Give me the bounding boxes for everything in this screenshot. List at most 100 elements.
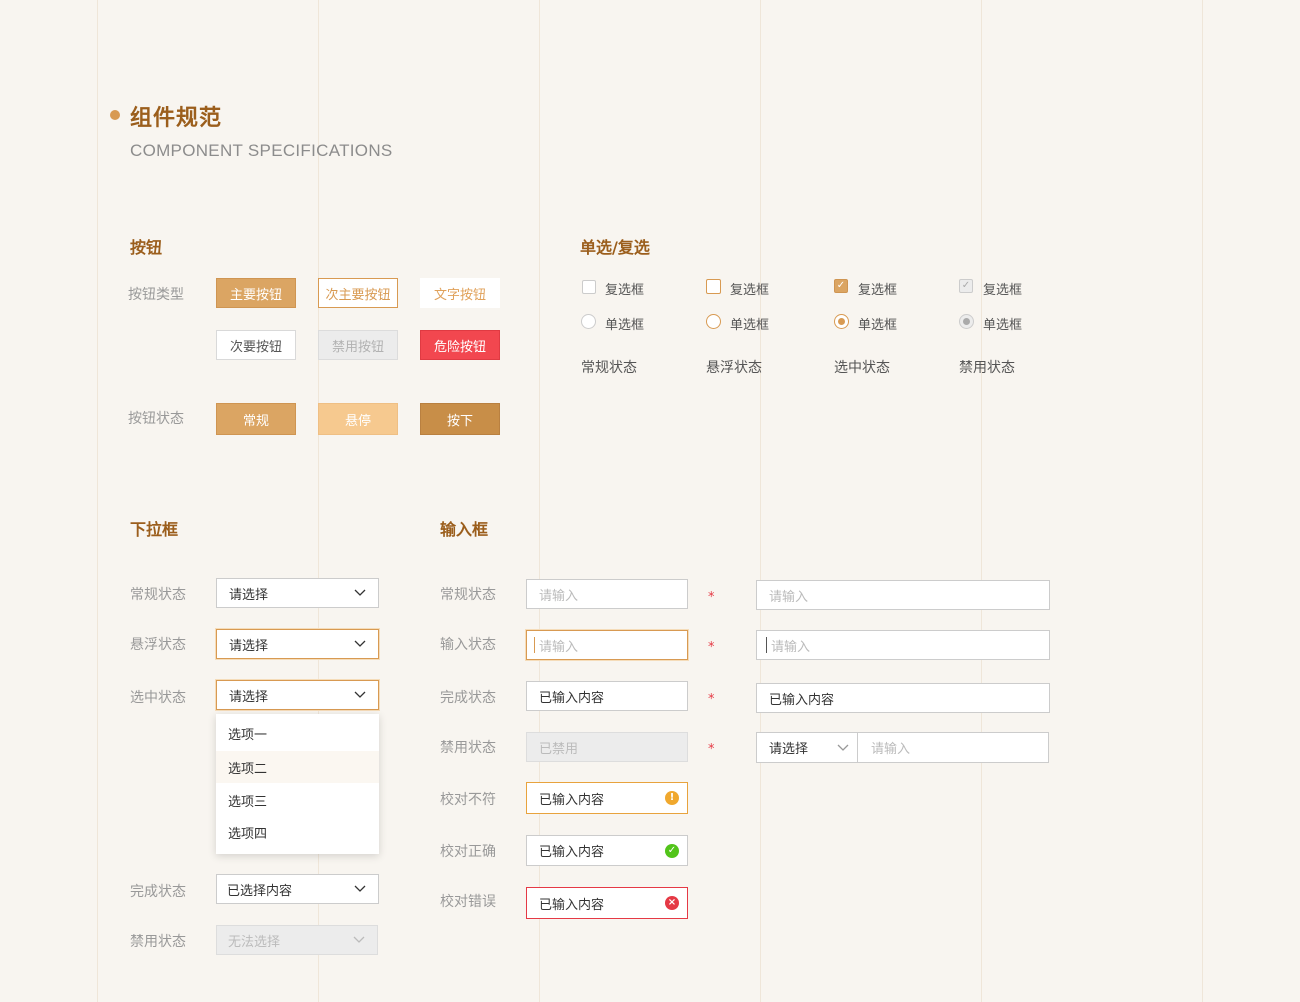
grid-guide <box>760 0 761 1002</box>
radio-label: 单选框 <box>858 318 898 333</box>
checkbox-normal[interactable] <box>582 280 596 294</box>
dropdown-hover-label: 悬浮状态 <box>130 637 186 653</box>
input-warning[interactable]: 已输入内容 ! <box>526 782 688 814</box>
dropdown-value: 已选择内容 <box>227 883 293 899</box>
disabled-button: 禁用按钮 <box>318 330 398 360</box>
dropdown-option[interactable]: 选项二 <box>216 751 379 783</box>
dropdown-value: 请选择 <box>229 689 269 705</box>
input-placeholder: 请输入 <box>539 639 579 655</box>
input-success[interactable]: 已输入内容 ✓ <box>526 835 688 866</box>
radio-normal[interactable] <box>581 314 596 329</box>
required-input-typing[interactable]: 请输入 <box>756 630 1050 660</box>
input-value: 已输入内容 <box>539 845 605 860</box>
dropdown-selected-label: 选中状态 <box>130 690 186 706</box>
dropdown-normal-label: 常规状态 <box>130 587 186 603</box>
choice-state-normal: 常规状态 <box>581 360 637 376</box>
input-disabled: 已禁用 <box>526 732 688 762</box>
input-value: 已输入内容 <box>769 692 835 708</box>
danger-button[interactable]: 危险按钮 <box>420 330 500 360</box>
input-error[interactable]: 已输入内容 × <box>526 887 688 919</box>
pressed-state-button[interactable]: 按下 <box>420 403 500 435</box>
input-typing[interactable]: 请输入 <box>526 630 688 660</box>
radio-label: 单选框 <box>605 318 645 333</box>
checkbox-hover[interactable] <box>706 279 721 294</box>
dropdown-menu: 选项一 选项二 选项三 选项四 <box>216 714 379 854</box>
checkbox-disabled: ✓ <box>959 279 973 293</box>
chevron-down-icon <box>837 744 849 751</box>
dropdown-value: 请选择 <box>229 587 269 603</box>
dropdown-open[interactable]: 请选择 <box>216 680 379 710</box>
input-placeholder: 请输入 <box>539 588 579 604</box>
success-icon: ✓ <box>665 844 679 858</box>
combo-select-value: 请选择 <box>769 742 809 757</box>
check-icon: ✓ <box>836 280 846 291</box>
dropdown-option[interactable]: 选项一 <box>216 717 379 749</box>
grid-guide <box>97 0 98 1002</box>
text-cursor <box>534 637 535 653</box>
input-placeholder: 请输入 <box>769 589 809 605</box>
choice-state-hover: 悬浮状态 <box>706 360 762 376</box>
input-done[interactable]: 已输入内容 <box>526 681 688 711</box>
required-mark: * <box>708 590 715 605</box>
primary-button[interactable]: 主要按钮 <box>216 278 296 308</box>
radio-label: 单选框 <box>730 318 770 333</box>
section-title-buttons: 按钮 <box>130 238 163 257</box>
checkbox-label: 复选框 <box>730 283 770 298</box>
dropdown-option[interactable]: 选项三 <box>216 784 379 816</box>
dropdown-disabled-label: 禁用状态 <box>130 934 186 950</box>
required-input-normal[interactable]: 请输入 <box>756 580 1050 610</box>
radio-dot-icon <box>838 318 845 325</box>
dropdown-value: 无法选择 <box>228 934 281 950</box>
input-value: 已输入内容 <box>539 792 605 808</box>
section-title-choice: 单选/复选 <box>580 238 650 257</box>
hover-state-button[interactable]: 悬停 <box>318 403 398 435</box>
minor-button[interactable]: 次要按钮 <box>216 330 296 360</box>
error-icon: × <box>665 896 679 910</box>
chevron-down-icon <box>354 885 366 892</box>
dropdown-disabled: 无法选择 <box>216 925 378 955</box>
chevron-down-icon <box>354 589 366 596</box>
chevron-down-icon <box>354 640 366 647</box>
chevron-down-icon <box>354 691 366 698</box>
radio-hover[interactable] <box>706 314 721 329</box>
input-placeholder: 请输入 <box>871 742 911 757</box>
button-state-label: 按钮状态 <box>128 411 184 427</box>
text-cursor <box>766 637 767 653</box>
text-button[interactable]: 文字按钮 <box>420 278 500 308</box>
dropdown-done[interactable]: 已选择内容 <box>216 874 379 904</box>
choice-state-disabled: 禁用状态 <box>959 360 1015 376</box>
required-input-done[interactable]: 已输入内容 <box>756 683 1050 713</box>
radio-checked[interactable] <box>834 314 849 329</box>
radio-disabled <box>959 314 974 329</box>
dropdown-normal[interactable]: 请选择 <box>216 578 379 608</box>
choice-state-selected: 选中状态 <box>834 360 890 376</box>
page-title: 组件规范 <box>130 106 223 131</box>
input-normal[interactable]: 请输入 <box>526 579 688 609</box>
input-normal-label: 常规状态 <box>440 587 496 603</box>
section-title-dropdown: 下拉框 <box>130 520 179 539</box>
input-placeholder: 请输入 <box>771 639 811 655</box>
required-mark: * <box>708 692 715 707</box>
combo-select[interactable]: 请选择 <box>756 732 858 763</box>
checkbox-label: 复选框 <box>605 283 645 298</box>
dropdown-option[interactable]: 选项四 <box>216 816 379 848</box>
required-mark: * <box>708 742 715 757</box>
check-icon: ✓ <box>961 280 971 291</box>
checkbox-label: 复选框 <box>983 283 1023 298</box>
combo-input[interactable]: 请输入 <box>857 732 1049 763</box>
input-typing-label: 输入状态 <box>440 637 496 653</box>
dropdown-hover[interactable]: 请选择 <box>216 629 379 659</box>
input-error-label: 校对错误 <box>440 894 496 910</box>
secondary-button[interactable]: 次主要按钮 <box>318 278 398 308</box>
input-ok-label: 校对正确 <box>440 844 496 860</box>
grid-guide <box>1202 0 1203 1002</box>
chevron-down-icon <box>353 936 365 943</box>
checkbox-checked[interactable]: ✓ <box>834 279 848 293</box>
section-title-input: 输入框 <box>440 520 489 539</box>
radio-label: 单选框 <box>983 318 1023 333</box>
input-value: 已输入内容 <box>539 897 605 913</box>
button-type-label: 按钮类型 <box>128 287 184 303</box>
input-value: 已输入内容 <box>539 690 605 706</box>
checkbox-label: 复选框 <box>858 283 898 298</box>
normal-state-button[interactable]: 常规 <box>216 403 296 435</box>
